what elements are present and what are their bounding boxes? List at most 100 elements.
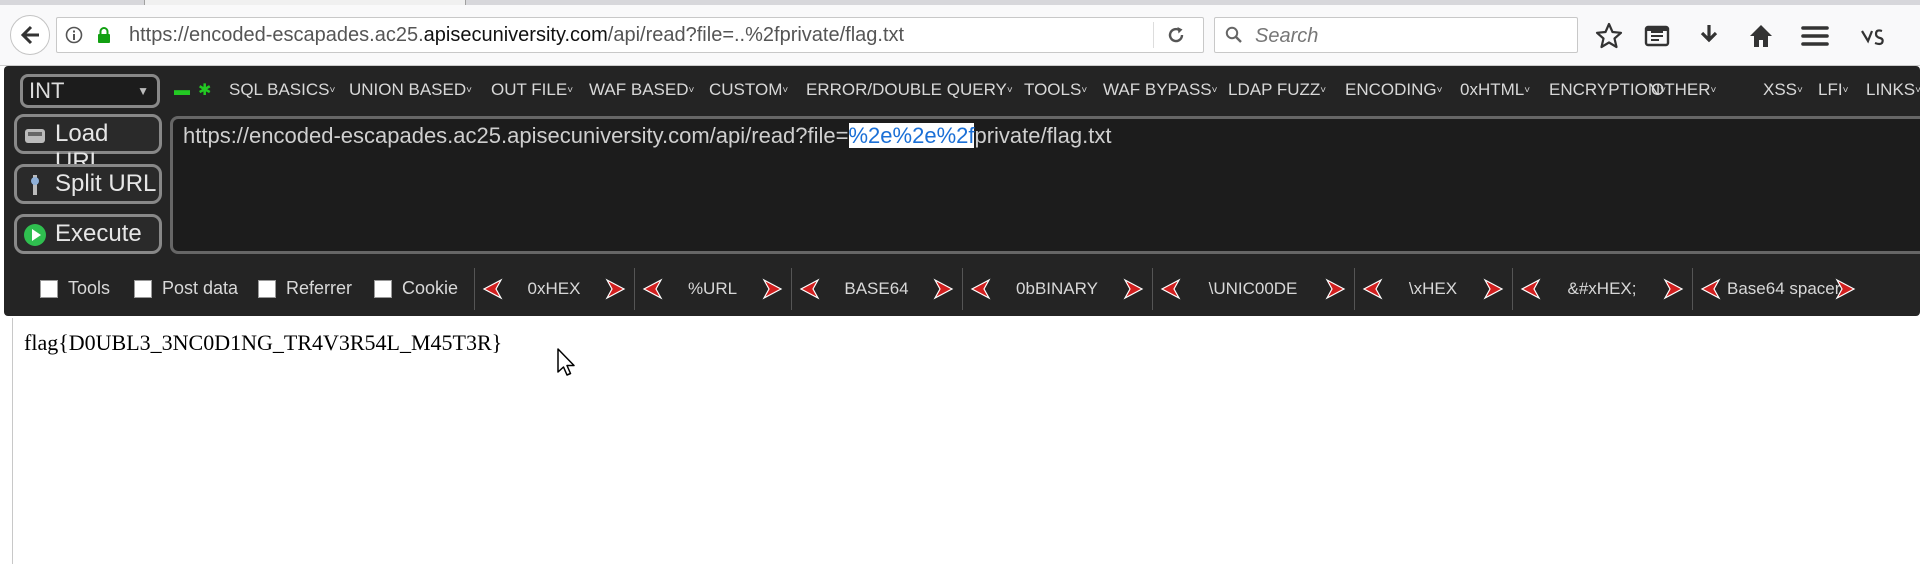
arrow-left-icon[interactable] — [481, 278, 505, 300]
menu-4[interactable]: CUSTOM˅ — [709, 80, 788, 100]
arrow-left-icon[interactable] — [1519, 278, 1543, 300]
url-prefix: https://encoded-escapades.ac25. — [129, 24, 424, 46]
hackbar-url-text: https://encoded-escapades.ac25.apisecuni… — [183, 123, 1111, 149]
encoder-group-7: Base64 spacer — [1692, 268, 1863, 310]
content-border — [12, 318, 13, 564]
arrow-left-icon[interactable] — [798, 278, 822, 300]
arrow-right-icon[interactable] — [1661, 278, 1685, 300]
arrow-right-icon[interactable] — [931, 278, 955, 300]
arrow-left-icon[interactable] — [1159, 278, 1183, 300]
arrow-right-icon[interactable] — [1481, 278, 1505, 300]
arrow-right-icon[interactable] — [760, 278, 784, 300]
led-dash-icon: ▬ — [174, 82, 198, 99]
option-checkbox-1[interactable]: Post data — [134, 278, 238, 299]
encoder-group-1: %URL — [634, 268, 790, 310]
lock-icon[interactable] — [95, 26, 113, 44]
menu-8[interactable]: LDAP FUZZ˅ — [1228, 80, 1326, 100]
encoder-label: 0bBINARY — [1016, 279, 1098, 298]
chevron-down-icon: ˅ — [1524, 85, 1531, 97]
menu-label: LDAP FUZZ — [1228, 80, 1321, 99]
encoder-group-4: \UNIC00DE — [1152, 268, 1353, 310]
reader-icon[interactable] — [1642, 21, 1672, 51]
menu-5[interactable]: ERROR/DOUBLE QUERY˅ — [806, 80, 1013, 100]
checkbox-box[interactable] — [258, 279, 276, 298]
chevron-down-icon: ˅ — [567, 85, 574, 97]
load-url-icon — [25, 129, 45, 143]
info-icon[interactable] — [65, 26, 83, 44]
encoder-group-3: 0bBINARY — [962, 268, 1151, 310]
chevron-down-icon: ˅ — [1436, 85, 1443, 97]
hackbar-url-after: private/flag.txt — [974, 123, 1112, 148]
chevron-down-icon: ˅ — [329, 85, 336, 97]
arrow-left-icon[interactable] — [1699, 278, 1723, 300]
encoder-label: \xHEX — [1408, 279, 1458, 298]
chevron-down-icon: ▼ — [137, 84, 149, 98]
menu-label: UNION BASED — [349, 80, 467, 99]
menu-label: OUT FILE — [491, 80, 568, 99]
chevron-down-icon: ˅ — [1006, 85, 1013, 97]
menu-13[interactable]: XSS˅ — [1763, 80, 1803, 100]
arrow-right-icon[interactable] — [1833, 278, 1857, 300]
menu-2[interactable]: OUT FILE˅ — [491, 80, 573, 100]
encoder-group-6: &#xHEX; — [1512, 268, 1691, 310]
arrow-right-icon[interactable] — [1121, 278, 1145, 300]
play-icon — [24, 224, 46, 246]
arrow-left-icon[interactable] — [1361, 278, 1385, 300]
menu-icon[interactable] — [1800, 21, 1830, 51]
split-url-button[interactable]: Split URL — [14, 164, 162, 204]
menu-label: CUSTOM — [709, 80, 783, 99]
arrow-right-icon[interactable] — [603, 278, 627, 300]
menu-9[interactable]: ENCODING˅ — [1345, 80, 1442, 100]
search-bar[interactable]: Search — [1214, 17, 1578, 53]
navigation-bar: https://encoded-escapades.ac25.apisecuni… — [0, 5, 1920, 66]
menu-14[interactable]: LFI˅ — [1818, 80, 1848, 100]
encoder-group-5: \xHEX — [1354, 268, 1511, 310]
search-icon — [1225, 26, 1242, 43]
load-url-button[interactable]: Load URL — [14, 114, 162, 175]
hackbar-url-selection: %2e%2e%2f — [848, 123, 975, 148]
menu-15[interactable]: LINKS˅ — [1866, 80, 1920, 100]
address-bar[interactable]: https://encoded-escapades.ac25.apisecuni… — [56, 17, 1204, 53]
menu-12[interactable]: OTHER˅ — [1651, 80, 1716, 100]
menu-1[interactable]: UNION BASED˅ — [349, 80, 472, 100]
arrow-left-icon[interactable] — [969, 278, 993, 300]
menu-6[interactable]: TOOLS˅ — [1024, 80, 1087, 100]
chevron-down-icon: ˅ — [782, 85, 789, 97]
checkbox-label: Post data — [162, 278, 239, 298]
menu-label: SQL BASICS — [229, 80, 330, 99]
option-checkbox-0[interactable]: Tools — [40, 278, 110, 299]
split-url-icon — [31, 175, 39, 195]
chevron-down-icon: ˅ — [1211, 85, 1218, 97]
checkbox-box[interactable] — [134, 279, 152, 298]
menu-7[interactable]: WAF BYPASS˅ — [1103, 80, 1217, 100]
chevron-down-icon: ˅ — [466, 85, 472, 97]
encoder-group-2: BASE64 — [791, 268, 961, 310]
hackbar-url-textarea[interactable]: https://encoded-escapades.ac25.apisecuni… — [170, 116, 1920, 254]
menu-3[interactable]: WAF BASED˅ — [589, 80, 694, 100]
arrow-right-icon[interactable] — [1323, 278, 1347, 300]
bookmark-star-icon[interactable] — [1594, 21, 1624, 51]
home-icon[interactable] — [1746, 21, 1776, 51]
s-logo-icon[interactable] — [1858, 21, 1888, 51]
menu-10[interactable]: 0xHTML˅ — [1460, 80, 1530, 100]
menu-11[interactable]: ENCRYPTION˅ — [1549, 80, 1666, 100]
option-checkbox-2[interactable]: Referrer — [258, 278, 352, 299]
flag-text: flag{D0UBL3_3NC0D1NG_TR4V3R54L_M45T3R} — [24, 330, 503, 355]
checkbox-box[interactable] — [40, 279, 58, 298]
arrow-left-icon[interactable] — [641, 278, 665, 300]
back-button[interactable] — [10, 15, 50, 55]
execute-button[interactable]: Execute — [14, 214, 162, 254]
menu-0[interactable]: SQL BASICS˅ — [229, 80, 335, 100]
checkbox-box[interactable] — [374, 279, 392, 298]
menu-label: WAF BYPASS — [1103, 80, 1212, 99]
option-checkbox-3[interactable]: Cookie — [374, 278, 458, 299]
type-select[interactable]: INT ▼ — [20, 74, 160, 108]
hackbar-url-before: https://encoded-escapades.ac25.apisecuni… — [183, 123, 849, 148]
menu-label: XSS — [1763, 80, 1798, 99]
download-icon[interactable] — [1694, 21, 1724, 51]
reload-icon[interactable] — [1165, 24, 1187, 46]
encoder-label: &#xHEX; — [1567, 279, 1637, 298]
page-content: flag{D0UBL3_3NC0D1NG_TR4V3R54L_M45T3R} — [0, 318, 1920, 564]
search-placeholder: Search — [1255, 25, 1319, 47]
chevron-down-icon: ˅ — [688, 85, 695, 97]
